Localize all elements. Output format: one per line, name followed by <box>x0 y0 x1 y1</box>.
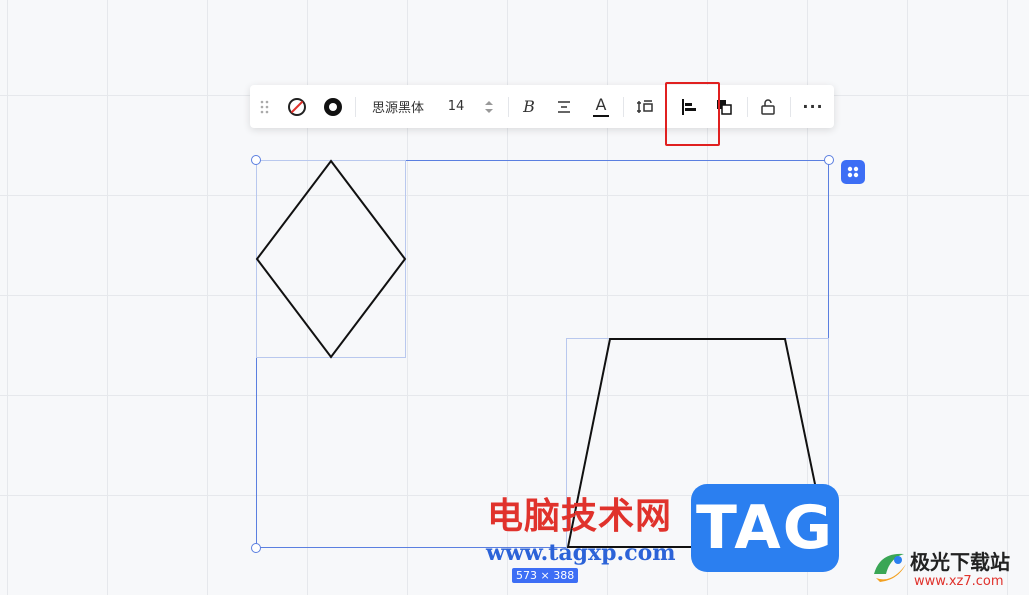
resize-handle-top-left[interactable] <box>251 155 261 165</box>
diamond-shape <box>255 159 407 359</box>
font-color-icon[interactable]: A <box>590 85 612 128</box>
watermark-url: www.tagxp.com <box>486 540 676 566</box>
font-color-letter: A <box>595 94 607 114</box>
whiteboard-canvas[interactable]: 573 × 388 思源黑体 14 B A ··· 电脑技术网 www.tagx… <box>0 0 1029 595</box>
text-align-icon[interactable] <box>553 85 575 128</box>
watermark-site-url: www.xz7.com <box>914 574 1004 589</box>
watermark-title: 电脑技术网 <box>487 496 673 537</box>
font-size-stepper-icon[interactable] <box>482 85 496 128</box>
spacing-icon[interactable] <box>633 85 657 128</box>
group-button[interactable] <box>841 160 865 184</box>
border-style-icon[interactable] <box>320 85 346 128</box>
watermark-logo-icon <box>874 553 906 582</box>
drag-handle-icon[interactable] <box>258 85 272 128</box>
resize-handle-top-right[interactable] <box>824 155 834 165</box>
watermark-site-name: 极光下载站 <box>910 550 1010 574</box>
align-left-icon[interactable] <box>677 85 701 128</box>
fill-none-icon[interactable] <box>284 85 310 128</box>
layer-order-icon[interactable] <box>712 85 736 128</box>
resize-handle-bottom-left[interactable] <box>251 543 261 553</box>
font-family-select[interactable]: 思源黑体 <box>366 85 430 128</box>
more-icon[interactable]: ··· <box>800 85 826 128</box>
dimension-label: 573 × 388 <box>512 568 579 583</box>
unlock-icon[interactable] <box>756 85 780 128</box>
group-dots-icon <box>847 166 859 178</box>
bold-icon[interactable]: B <box>518 85 540 128</box>
watermark-tag-badge: TAG <box>691 484 839 572</box>
shape-toolbar: 思源黑体 14 B A ··· <box>250 85 834 128</box>
font-size-input[interactable]: 14 <box>445 85 467 128</box>
